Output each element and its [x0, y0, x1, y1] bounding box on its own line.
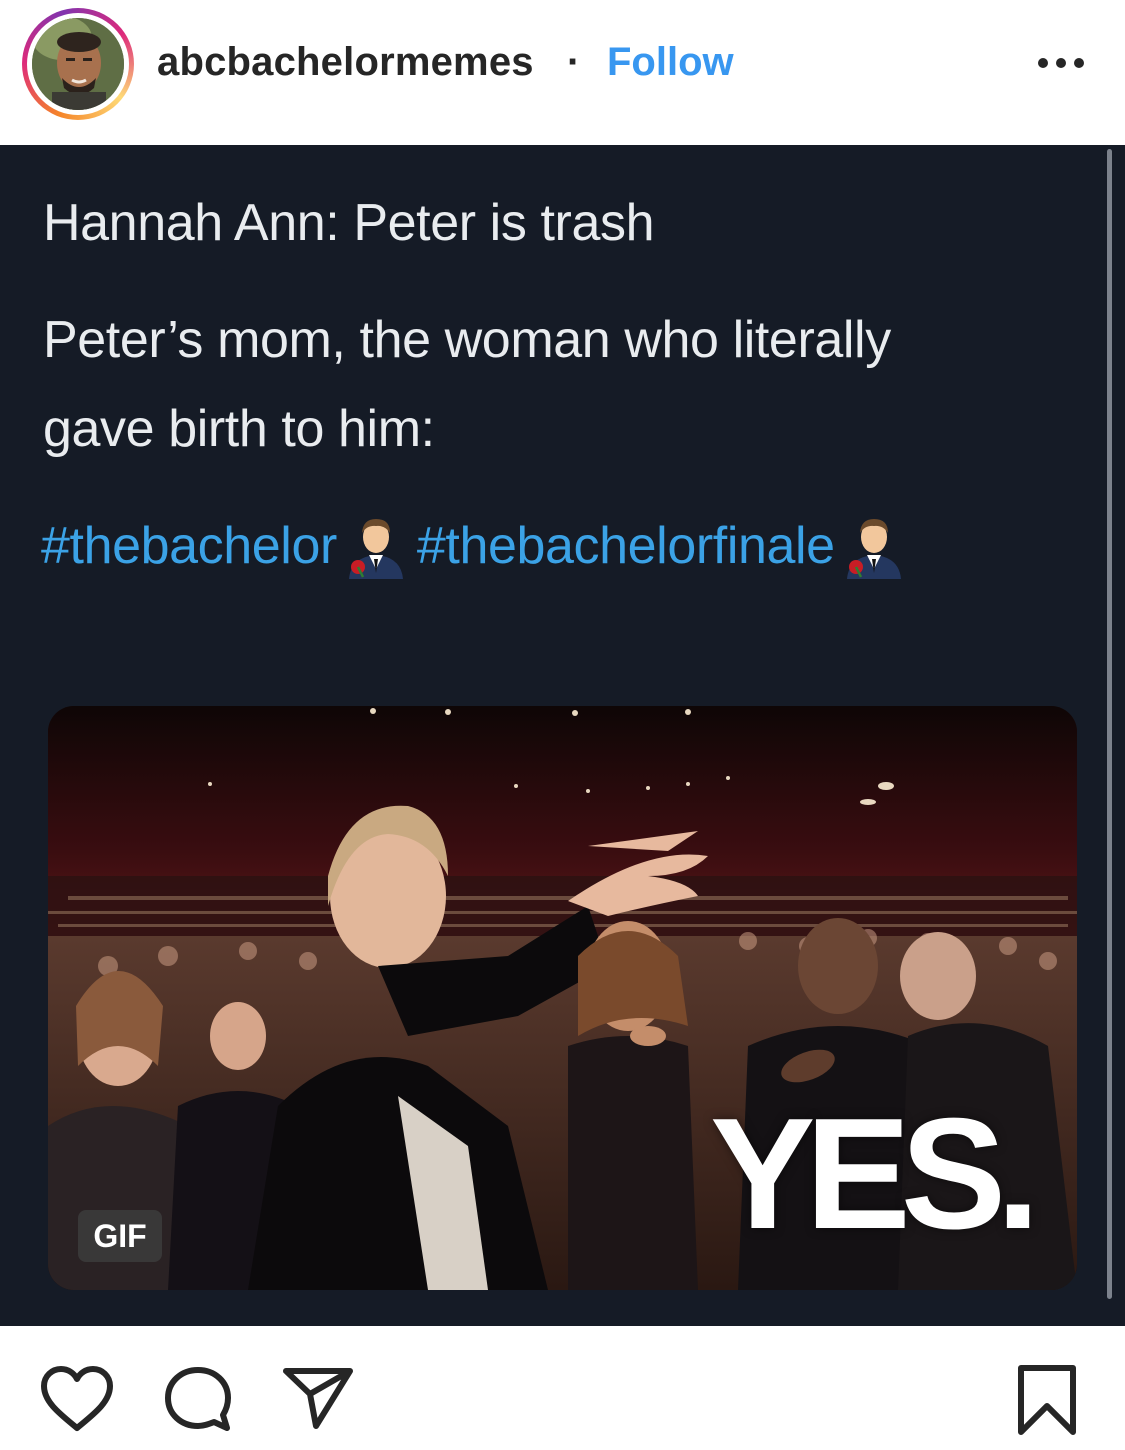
- username-link[interactable]: abcbachelormemes: [157, 40, 534, 85]
- separator-dot: ·: [567, 40, 581, 84]
- bachelor-rose-emoji: [341, 513, 411, 579]
- bachelor-rose-emoji: [839, 513, 909, 579]
- more-options-icon[interactable]: [1036, 52, 1086, 76]
- story-ring[interactable]: [22, 8, 134, 120]
- hashtag-thebachelorfinale[interactable]: #thebachelorfinale: [417, 516, 835, 576]
- post-header: abcbachelormemes · Follow: [0, 0, 1125, 145]
- post-image[interactable]: Hannah Ann: Peter is trash Peter’s mom, …: [0, 145, 1125, 1326]
- avatar[interactable]: [32, 18, 124, 110]
- hashtags-row: #thebachelor #thebachelorfinale: [41, 513, 915, 583]
- comment-icon[interactable]: [164, 1366, 232, 1437]
- follow-button[interactable]: Follow: [607, 40, 734, 85]
- gif-caption: YES.: [710, 1086, 1040, 1262]
- scrollbar: [1107, 149, 1112, 1299]
- hashtag-thebachelor[interactable]: #thebachelor: [41, 516, 337, 576]
- heart-icon[interactable]: [40, 1366, 114, 1437]
- bookmark-icon[interactable]: [1016, 1364, 1078, 1441]
- tweet-line-3: gave birth to him:: [43, 400, 435, 458]
- tweet-line-1: Hannah Ann: Peter is trash: [43, 194, 655, 252]
- gif-embed[interactable]: GIF YES.: [48, 706, 1077, 1290]
- gif-badge: GIF: [78, 1210, 162, 1262]
- action-bar: [0, 1326, 1125, 1450]
- tweet-line-2: Peter’s mom, the woman who literally: [43, 311, 891, 369]
- share-icon[interactable]: [282, 1366, 354, 1435]
